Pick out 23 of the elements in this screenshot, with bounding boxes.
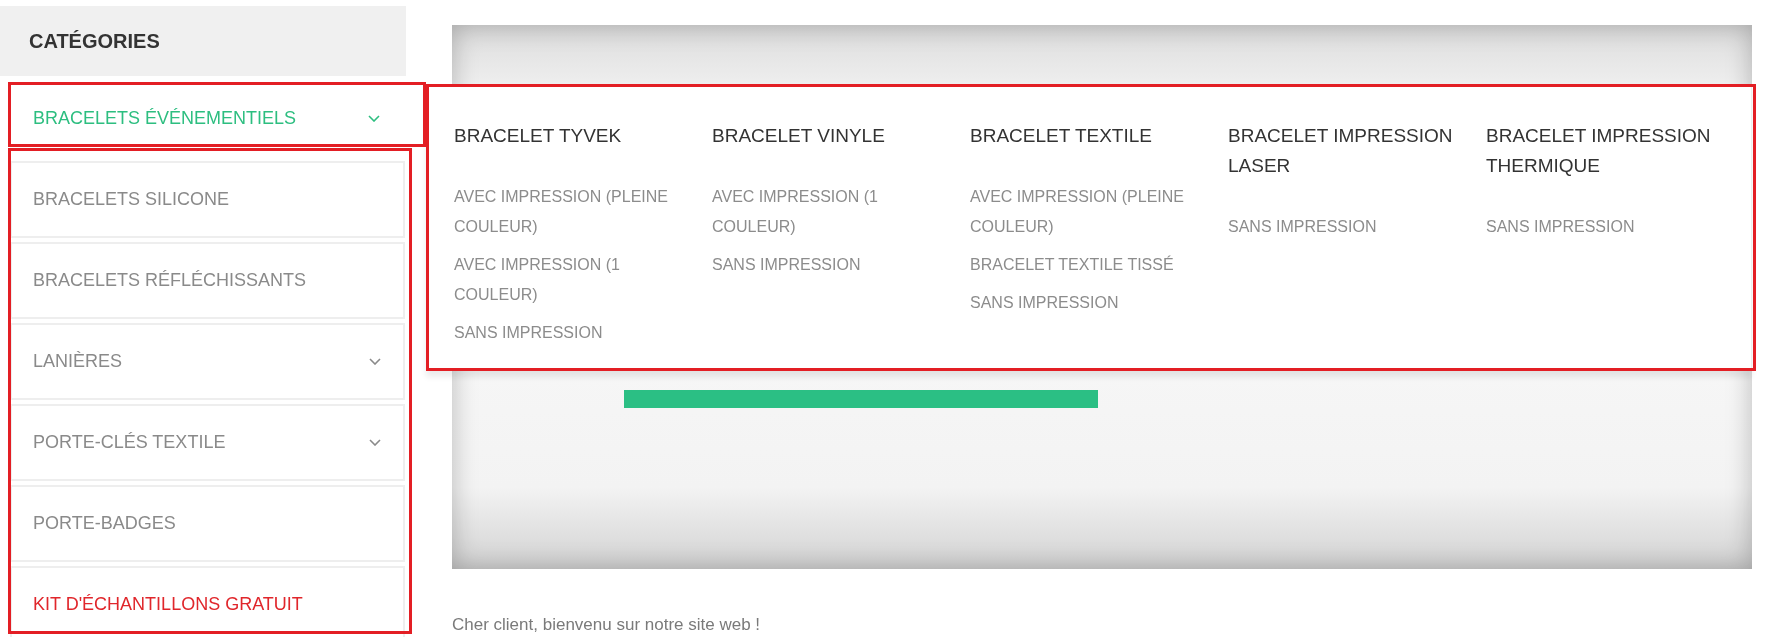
- category-link[interactable]: KIT D'ÉCHANTILLONS GRATUIT: [10, 566, 405, 637]
- submenu-link[interactable]: BRACELET TEXTILE TISSÉ: [970, 250, 1204, 280]
- submenu-link[interactable]: SANS IMPRESSION: [712, 250, 946, 280]
- submenu-heading-link[interactable]: BRACELET IMPRESSION THERMIQUE: [1486, 121, 1720, 181]
- submenu-heading-link[interactable]: BRACELET IMPRESSION LASER: [1228, 121, 1462, 181]
- submenu-link[interactable]: SANS IMPRESSION: [1486, 212, 1720, 242]
- submenu-link[interactable]: AVEC IMPRESSION (PLEINE COULEUR): [454, 182, 688, 242]
- category-link[interactable]: PORTE-CLÉS TEXTILE: [10, 404, 405, 481]
- category-link[interactable]: LANIÈRES: [10, 323, 405, 400]
- submenu-link[interactable]: SANS IMPRESSION: [1228, 212, 1462, 242]
- submenu-link[interactable]: AVEC IMPRESSION (1 COULEUR): [712, 182, 946, 242]
- submenu-link[interactable]: SANS IMPRESSION: [970, 288, 1204, 318]
- submenu-link[interactable]: AVEC IMPRESSION (PLEINE COULEUR): [970, 182, 1204, 242]
- submenu-link[interactable]: SANS IMPRESSION: [454, 318, 688, 348]
- category-link[interactable]: BRACELETS SILICONE: [10, 161, 405, 238]
- submenu-heading-link[interactable]: BRACELET TYVEK: [454, 121, 688, 151]
- submenu-link[interactable]: AVEC IMPRESSION (1 COULEUR): [454, 250, 688, 310]
- sidebar-heading: CATÉGORIES: [0, 6, 406, 76]
- category-link[interactable]: PORTE-BADGES: [10, 485, 405, 562]
- submenu-heading-link[interactable]: BRACELET TEXTILE: [970, 121, 1204, 151]
- welcome-message: Cher client, bienvenu sur notre site web !: [452, 614, 761, 636]
- submenu-heading-link[interactable]: BRACELET VINYLE: [712, 121, 946, 151]
- category-link[interactable]: BRACELETS RÉFLÉCHISSANTS: [10, 242, 405, 319]
